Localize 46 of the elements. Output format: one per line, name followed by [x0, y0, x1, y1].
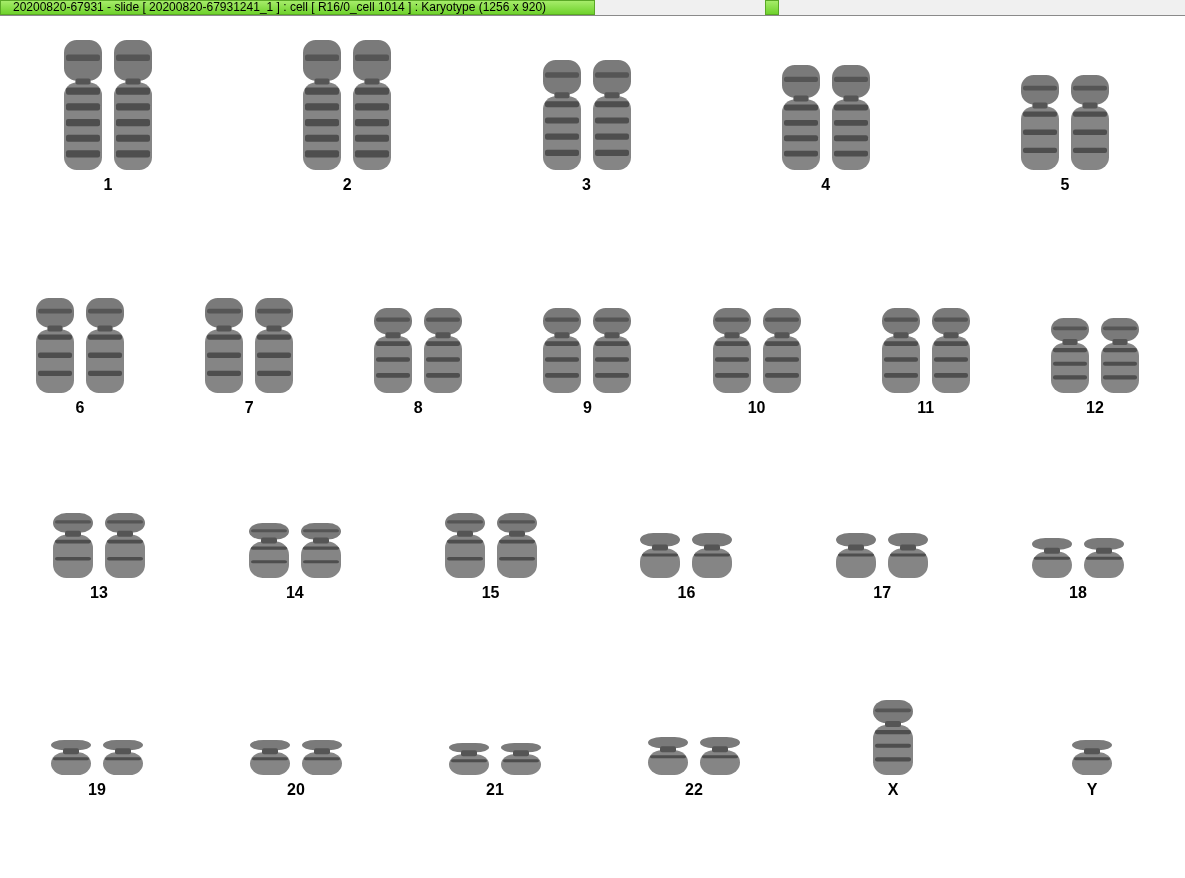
chromosome-label: 5 — [1060, 176, 1070, 194]
chromosome-drawing — [501, 743, 541, 775]
chromosome-drawing — [302, 740, 342, 775]
chromosome-label: 9 — [583, 399, 592, 417]
chromosome-label: 11 — [917, 399, 935, 417]
chromosome-drawing — [300, 523, 341, 578]
chromosome-label: 6 — [75, 399, 85, 417]
chromosome-drawing — [444, 513, 485, 578]
chromosome-label: 20 — [287, 781, 305, 799]
chromosome-label: 17 — [873, 584, 892, 602]
chromosome-drawing — [700, 737, 740, 775]
chromosome-label: 15 — [481, 584, 500, 602]
chromosome-label: 18 — [1069, 584, 1087, 602]
chromosome-label: 21 — [486, 781, 504, 799]
chromosome-drawing — [836, 533, 877, 578]
chromosome-drawing — [449, 743, 489, 775]
chromosome-label: X — [887, 781, 899, 799]
chromosome-label: 8 — [413, 399, 423, 417]
chromosome-drawing — [250, 740, 290, 775]
chromosome-drawing — [105, 513, 145, 578]
chromosome-label: 7 — [244, 399, 254, 417]
chromosome-drawing — [248, 523, 289, 578]
chromosome-label: 12 — [1086, 399, 1104, 417]
tab-handle[interactable] — [765, 0, 779, 15]
chromosome-drawing — [496, 513, 537, 578]
chromosome-label: 19 — [88, 781, 106, 799]
chromosome-drawing — [888, 533, 929, 578]
chromosome-label: 16 — [677, 584, 696, 602]
chromosome-drawing — [103, 740, 143, 775]
chromosome-label: 10 — [747, 399, 766, 417]
chromosome-label: 3 — [582, 176, 591, 194]
chromosome-drawing — [648, 737, 688, 775]
chromosome-label: 22 — [685, 781, 703, 799]
chromosome-label: 4 — [821, 176, 831, 194]
chromosome-label: 1 — [103, 176, 113, 194]
chromosome-label: Y — [1086, 781, 1098, 799]
chromosome-drawing — [1084, 538, 1124, 578]
chromosome-label: 14 — [285, 584, 304, 602]
chromosome-drawing — [1032, 538, 1072, 578]
chromosome-drawing — [692, 533, 733, 578]
chromosome-drawing — [1072, 740, 1112, 775]
chromosome-label: 2 — [342, 176, 352, 194]
chromosome-drawing — [640, 533, 681, 578]
chromosome-drawing — [53, 513, 93, 578]
chromosome-drawing — [51, 740, 91, 775]
chromosome-label: 13 — [90, 584, 108, 602]
